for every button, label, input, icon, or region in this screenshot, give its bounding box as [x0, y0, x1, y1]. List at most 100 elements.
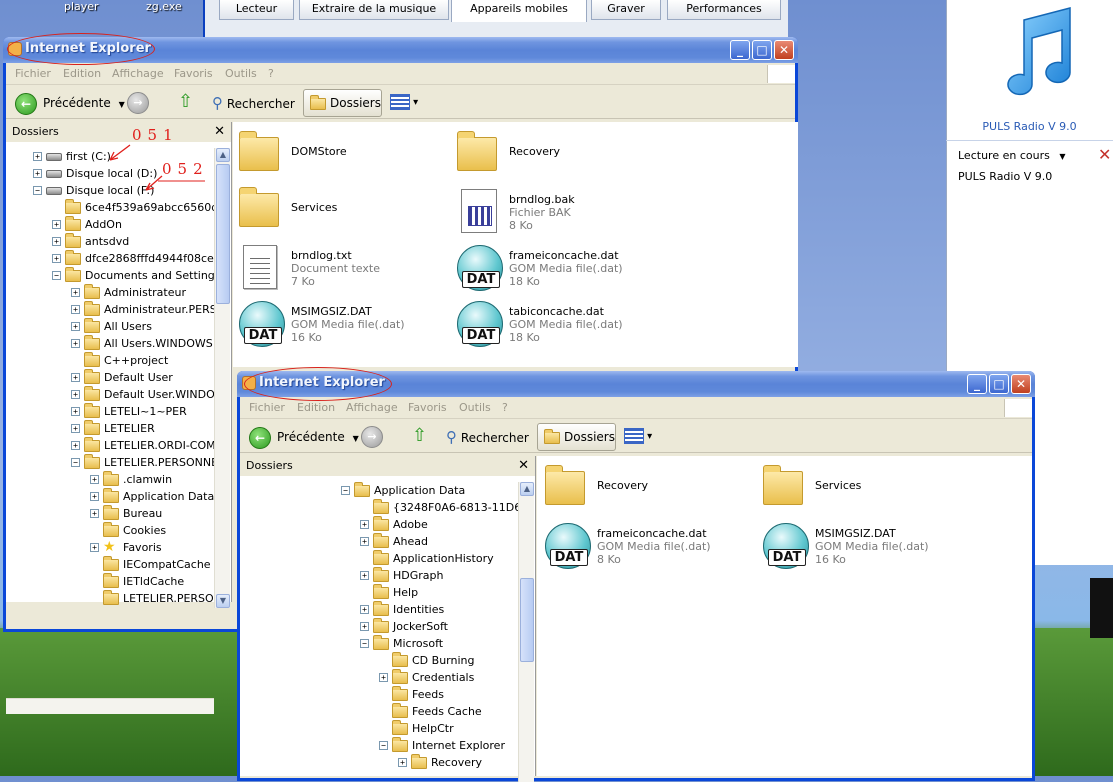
collapse-icon[interactable]: − [379, 741, 388, 750]
folder-up-icon[interactable]: ⇧ [412, 427, 432, 447]
tree-node[interactable]: + Adobe [240, 516, 518, 533]
views-button[interactable]: ▾ [624, 426, 658, 448]
expand-icon[interactable]: + [360, 605, 369, 614]
tree-node[interactable]: + LETELI~1~PER [6, 403, 214, 420]
tree-node[interactable]: IECompatCache [6, 556, 214, 573]
tree-node[interactable]: C++project [6, 352, 214, 369]
tree-node[interactable]: + LETELIER [6, 420, 214, 437]
expand-icon[interactable]: + [71, 407, 80, 416]
tree-node[interactable]: CD Burning [240, 652, 518, 669]
menu-fichier[interactable]: Fichier [15, 67, 51, 80]
tree-node[interactable]: − Documents and Settings [6, 267, 214, 284]
expand-icon[interactable]: + [33, 152, 42, 161]
collapse-icon[interactable]: − [360, 639, 369, 648]
tree-node[interactable]: + Application Data [6, 488, 214, 505]
expand-icon[interactable]: + [90, 543, 99, 552]
file-item[interactable]: DAT MSIMGSIZ.DAT GOM Media file(.dat) 16 Ko [763, 523, 973, 573]
tree-node[interactable]: − Application Data [240, 482, 518, 499]
tree-node[interactable]: + .clamwin [6, 471, 214, 488]
tree-vertical-scrollbar[interactable]: ▲ [518, 482, 534, 782]
maximize-button[interactable]: □ [989, 374, 1009, 394]
file-item[interactable]: DAT frameiconcache.dat GOM Media file(.dat… [457, 245, 667, 295]
collapse-icon[interactable]: − [341, 486, 350, 495]
forward-button[interactable]: → [127, 92, 149, 114]
folder-item[interactable]: Recovery [457, 131, 667, 183]
menu-favoris[interactable]: Favoris [408, 401, 447, 414]
tree-node[interactable]: + All Users.WINDOWS [6, 335, 214, 352]
tree-node[interactable]: + Ahead [240, 533, 518, 550]
playlist-item[interactable]: PULS Radio V 9.0 [958, 170, 1052, 183]
desktop-icon-player[interactable]: player [64, 0, 99, 13]
tree-node[interactable]: + AddOn [6, 216, 214, 233]
tree-node[interactable]: − Internet Explorer [240, 737, 518, 754]
expand-icon[interactable]: + [52, 254, 61, 263]
expand-icon[interactable]: + [71, 322, 80, 331]
tab-performances[interactable]: Performances [667, 0, 781, 20]
folders-button[interactable]: Dossiers [303, 89, 382, 117]
minimize-button[interactable]: _ [967, 374, 987, 394]
folder-item[interactable]: Services [239, 187, 449, 239]
tree-node[interactable]: + Recovery [240, 754, 518, 771]
tree-node[interactable]: Feeds [240, 686, 518, 703]
expand-icon[interactable]: + [33, 169, 42, 178]
folder-item[interactable]: Recovery [545, 465, 755, 517]
tree-node[interactable]: + JockerSoft [240, 618, 518, 635]
back-button[interactable]: ← Précédente ▼ [15, 91, 125, 115]
collapse-icon[interactable]: − [71, 458, 80, 467]
file-item[interactable]: DAT frameiconcache.dat GOM Media file(.dat… [545, 523, 755, 573]
tree-vertical-scrollbar[interactable]: ▲ ▼ [214, 148, 230, 608]
expand-icon[interactable]: + [71, 339, 80, 348]
forward-button[interactable]: → [361, 426, 383, 448]
close-tree-icon[interactable]: ✕ [214, 122, 225, 142]
menu-outils[interactable]: Outils [225, 67, 257, 80]
tree-node[interactable]: + Administrateur [6, 284, 214, 301]
tree-node[interactable]: − Microsoft [240, 635, 518, 652]
tree-node[interactable]: ApplicationHistory [240, 550, 518, 567]
minimize-button[interactable]: _ [730, 40, 750, 60]
expand-icon[interactable]: + [71, 390, 80, 399]
expand-icon[interactable]: + [71, 305, 80, 314]
tree-node[interactable]: Cookies [6, 522, 214, 539]
tab-lecteur[interactable]: Lecteur [219, 0, 294, 20]
file-item[interactable]: brndlog.txt Document texte 7 Ko [239, 245, 449, 295]
expand-icon[interactable]: + [71, 288, 80, 297]
expand-icon[interactable]: + [360, 571, 369, 580]
tree-node[interactable]: Feeds Cache [240, 703, 518, 720]
tree-node[interactable]: + Credentials [240, 669, 518, 686]
menu-help[interactable]: ? [268, 67, 274, 80]
menu-outils[interactable]: Outils [459, 401, 491, 414]
menu-edition[interactable]: Edition [297, 401, 335, 414]
expand-icon[interactable]: + [71, 373, 80, 382]
tree-node[interactable]: + dfce2868fffd4944f08cefe [6, 250, 214, 267]
collapse-icon[interactable]: − [33, 186, 42, 195]
file-item[interactable]: DAT MSIMGSIZ.DAT GOM Media file(.dat) 16 Ko [239, 301, 449, 351]
tab-appareils-mobiles[interactable]: Appareils mobiles [451, 0, 587, 22]
expand-icon[interactable]: + [360, 537, 369, 546]
views-button[interactable]: ▾ [390, 92, 424, 114]
tree-node[interactable]: + HDGraph [240, 567, 518, 584]
menu-edition[interactable]: Edition [63, 67, 101, 80]
tree-horizontal-scrollbar[interactable] [6, 698, 214, 714]
tree-node[interactable]: + Bureau [6, 505, 214, 522]
expand-icon[interactable]: + [71, 424, 80, 433]
expand-icon[interactable]: + [360, 520, 369, 529]
menu-favoris[interactable]: Favoris [174, 67, 213, 80]
tree-node[interactable]: Help [240, 584, 518, 601]
menu-affichage[interactable]: Affichage [112, 67, 164, 80]
expand-icon[interactable]: + [71, 441, 80, 450]
search-button[interactable]: ⚲ Rechercher [446, 425, 529, 449]
menu-fichier[interactable]: Fichier [249, 401, 285, 414]
collapse-icon[interactable]: − [52, 271, 61, 280]
expand-icon[interactable]: + [379, 673, 388, 682]
tree-node[interactable]: HelpCtr [240, 720, 518, 737]
menu-affichage[interactable]: Affichage [346, 401, 398, 414]
file-item[interactable]: DAT tabiconcache.dat GOM Media file(.dat) 1… [457, 301, 667, 351]
desktop-icon-zg[interactable]: zg.exe [146, 0, 182, 13]
now-playing-dropdown[interactable]: Lecture en cours ▼ [958, 149, 1065, 162]
tree-node[interactable]: {3248F0A6-6813-11D6-A [240, 499, 518, 516]
tree-node[interactable]: + antsdvd [6, 233, 214, 250]
scroll-thumb[interactable] [520, 578, 534, 662]
tree-node[interactable]: + Administrateur.PERSC [6, 301, 214, 318]
close-button[interactable]: ✕ [774, 40, 794, 60]
tab-graver[interactable]: Graver [591, 0, 661, 20]
